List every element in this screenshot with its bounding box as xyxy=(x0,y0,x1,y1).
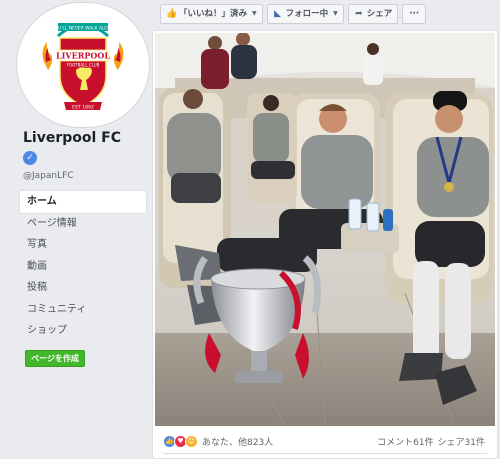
following-button-label: フォロー中 xyxy=(285,9,329,19)
post-photo[interactable] xyxy=(155,33,495,426)
following-button[interactable]: ◣ フォロー中 ▼ xyxy=(266,4,344,24)
svg-text:FOOTBALL CLUB: FOOTBALL CLUB xyxy=(67,63,100,68)
post-card: 👍 ♥ ☺ あなた、他823人 コメント61件 シェア31件 xyxy=(152,30,498,459)
reaction-summary[interactable]: 👍 ♥ ☺ あなた、他823人 xyxy=(163,435,273,448)
haha-reaction-icon: ☺ xyxy=(185,435,198,448)
page-action-bar: 👍 「いいね！」済み ▼ ◣ フォロー中 ▼ ➦ シェア ··· xyxy=(160,4,427,24)
chevron-down-icon: ▼ xyxy=(252,10,257,17)
rss-follow-icon: ◣ xyxy=(274,9,282,19)
create-page-button[interactable]: ページを作成 xyxy=(25,350,85,367)
nav-item-photos[interactable]: 写真 xyxy=(20,234,146,256)
page-handle: @JapanLFC xyxy=(23,171,74,181)
facebook-page: YOU'LL NEVER WALK ALONE LIVERPOOL FOOTBA… xyxy=(0,0,500,459)
reaction-count[interactable]: あなた、他823人 xyxy=(202,435,273,448)
comment-count-link[interactable]: コメント61件 xyxy=(377,435,433,448)
nav-item-posts[interactable]: 投稿 xyxy=(20,277,146,299)
share-button[interactable]: ➦ シェア xyxy=(347,4,399,24)
left-sidebar: YOU'LL NEVER WALK ALONE LIVERPOOL FOOTBA… xyxy=(0,0,152,459)
liked-button-label: 「いいね！」済み xyxy=(179,9,248,19)
divider xyxy=(163,453,487,454)
page-nav: ホーム ページ情報 写真 動画 投稿 コミュニティ ショップ xyxy=(20,191,146,342)
svg-text:YOU'LL NEVER WALK ALONE: YOU'LL NEVER WALK ALONE xyxy=(51,26,114,32)
nav-item-shop[interactable]: ショップ xyxy=(20,320,146,342)
airplane-cabin-photo xyxy=(155,33,495,426)
svg-text:LIVERPOOL: LIVERPOOL xyxy=(56,51,110,61)
verified-check-icon: ✓ xyxy=(23,151,37,165)
post-stats: コメント61件 シェア31件 xyxy=(377,435,485,448)
nav-item-home[interactable]: ホーム xyxy=(20,191,146,213)
more-options-button[interactable]: ··· xyxy=(402,4,427,24)
thumbs-up-icon: 👍 xyxy=(166,9,178,19)
liked-button[interactable]: 👍 「いいね！」済み ▼ xyxy=(160,4,263,24)
nav-item-about[interactable]: ページ情報 xyxy=(20,213,146,235)
chevron-down-icon: ▼ xyxy=(333,10,338,17)
page-name[interactable]: Liverpool FC xyxy=(23,130,121,146)
nav-item-videos[interactable]: 動画 xyxy=(20,256,146,278)
nav-item-community[interactable]: コミュニティ xyxy=(20,299,146,321)
svg-text:EST 1892: EST 1892 xyxy=(72,105,94,111)
page-avatar[interactable]: YOU'LL NEVER WALK ALONE LIVERPOOL FOOTBA… xyxy=(17,3,149,127)
share-count-link[interactable]: シェア31件 xyxy=(438,435,485,448)
liverpool-crest-logo: YOU'LL NEVER WALK ALONE LIVERPOOL FOOTBA… xyxy=(20,6,146,124)
share-button-label: シェア xyxy=(366,9,393,19)
share-arrow-icon: ➦ xyxy=(355,9,363,19)
